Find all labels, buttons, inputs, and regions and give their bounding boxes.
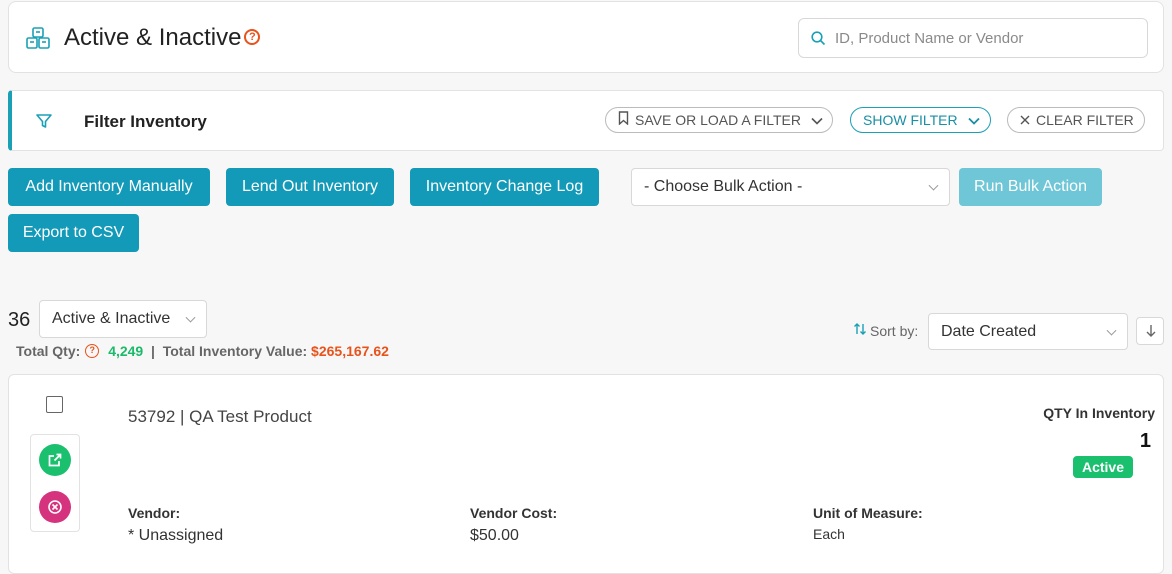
sort-by-select[interactable]: Date Created — [928, 313, 1128, 350]
search-icon — [811, 31, 826, 46]
delete-item-button[interactable] — [39, 491, 71, 523]
vendor-cost-value: $50.00 — [470, 527, 519, 544]
chevron-down-icon — [811, 108, 823, 132]
search-field[interactable] — [798, 18, 1148, 58]
qty-in-inventory-label: QTY In Inventory — [1043, 405, 1155, 421]
qty-in-inventory-value: 1 — [1139, 430, 1151, 452]
result-count: 36 — [8, 309, 31, 331]
page-title: Active & Inactive? — [64, 24, 261, 52]
status-filter-value: Active & Inactive — [52, 310, 171, 327]
sort-label-text: Sort by: — [870, 323, 919, 339]
unit-of-measure-label: Unit of Measure: — [813, 505, 923, 521]
save-or-load-filter-label: SAVE OR LOAD A FILTER — [635, 112, 801, 128]
sort-direction-button[interactable] — [1136, 317, 1164, 345]
total-value-value: $265,167.62 — [311, 343, 389, 359]
sort-by-value: Date Created — [941, 323, 1037, 340]
inventory-totals: Total Qty:? 4,249 | Total Inventory Valu… — [16, 343, 389, 359]
totals-separator: | — [151, 343, 155, 359]
item-select-checkbox[interactable] — [46, 396, 63, 413]
vendor-label: Vendor: — [128, 505, 181, 521]
chevron-down-icon — [185, 312, 196, 323]
export-to-csv-button[interactable]: Export to CSV — [8, 214, 139, 252]
inventory-boxes-icon — [25, 26, 51, 52]
chevron-down-icon — [928, 180, 939, 191]
status-badge: Active — [1073, 456, 1133, 478]
help-circle-icon[interactable]: ? — [85, 343, 100, 358]
show-filter-label: SHOW FILTER — [863, 112, 958, 128]
page-title-text: Active & Inactive — [64, 24, 242, 51]
search-input[interactable] — [835, 27, 1135, 49]
bulk-action-select-value: - Choose Bulk Action - — [644, 178, 803, 195]
delete-circle-icon — [48, 500, 62, 514]
clear-filter-button[interactable]: CLEAR FILTER — [1007, 107, 1145, 133]
total-qty-label: Total Qty: — [16, 343, 81, 359]
lend-out-inventory-button[interactable]: Lend Out Inventory — [226, 168, 394, 206]
save-or-load-filter-button[interactable]: SAVE OR LOAD A FILTER — [605, 107, 833, 133]
external-link-icon — [48, 453, 62, 467]
arrow-down-icon — [1146, 325, 1156, 337]
add-inventory-manually-button[interactable]: Add Inventory Manually — [8, 168, 210, 206]
open-item-button[interactable] — [39, 444, 71, 476]
clear-filter-label: CLEAR FILTER — [1036, 112, 1134, 128]
close-icon — [1020, 108, 1030, 132]
item-actions — [30, 434, 80, 532]
vendor-value: * Unassigned — [128, 527, 224, 544]
item-name[interactable]: 53792 | QA Test Product — [128, 407, 312, 427]
show-filter-button[interactable]: SHOW FILTER — [850, 107, 991, 133]
sort-arrows-icon — [853, 322, 867, 339]
help-circle-icon[interactable]: ? — [244, 28, 261, 45]
filter-bar: Filter Inventory SAVE OR LOAD A FILTER S… — [8, 90, 1164, 151]
inventory-change-log-button[interactable]: Inventory Change Log — [410, 168, 599, 206]
sort-label: Sort by: — [853, 323, 918, 339]
run-bulk-action-button[interactable]: Run Bulk Action — [959, 168, 1102, 206]
filter-title: Filter Inventory — [84, 112, 207, 131]
status-filter-select[interactable]: Active & Inactive — [39, 300, 207, 338]
unit-of-measure-value: Each — [813, 526, 845, 542]
vendor-cost-label: Vendor Cost: — [470, 505, 558, 521]
total-value-label: Total Inventory Value: — [162, 343, 308, 359]
chevron-down-icon — [1106, 325, 1117, 336]
bookmark-icon — [618, 108, 629, 132]
filter-funnel-icon[interactable] — [35, 112, 53, 135]
bulk-action-select[interactable]: - Choose Bulk Action - — [631, 168, 950, 206]
total-qty-value: 4,249 — [108, 343, 144, 359]
chevron-down-icon — [967, 108, 980, 132]
page-header: Active & Inactive? — [8, 1, 1164, 73]
inventory-item-card: 53792 | QA Test Product QTY In Inventory… — [8, 374, 1164, 574]
